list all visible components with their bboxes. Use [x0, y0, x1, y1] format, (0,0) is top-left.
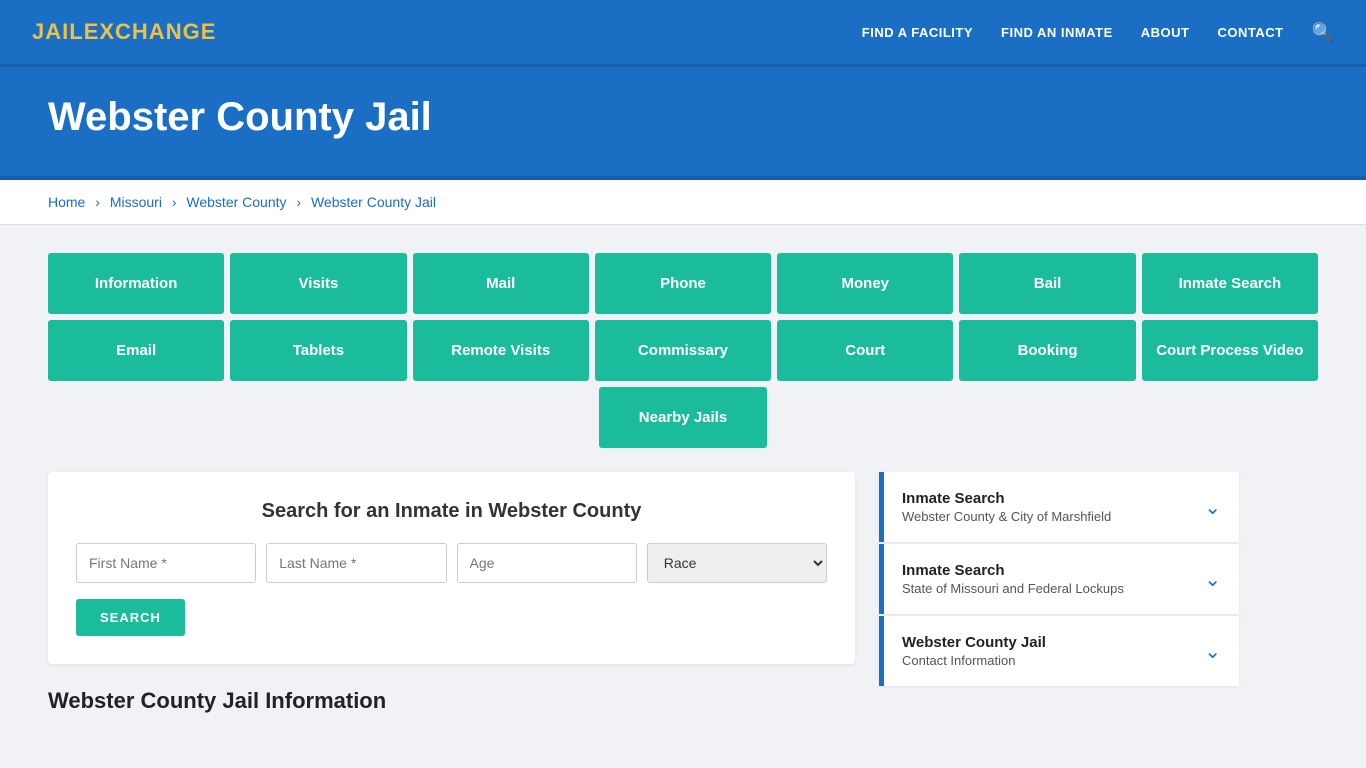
search-form-card: Search for an Inmate in Webster County R…: [48, 472, 855, 664]
buttons-row2: Email Tablets Remote Visits Commissary C…: [48, 320, 1318, 381]
breadcrumb-home[interactable]: Home: [48, 194, 85, 210]
btn-bail[interactable]: Bail: [959, 253, 1135, 314]
sidebar-item-0-title: Inmate Search: [902, 490, 1111, 507]
nav-about[interactable]: ABOUT: [1141, 25, 1190, 40]
sidebar-item-0-text: Inmate Search Webster County & City of M…: [902, 490, 1111, 524]
nav-contact[interactable]: CONTACT: [1217, 25, 1283, 40]
nav-find-inmate[interactable]: FIND AN INMATE: [1001, 25, 1113, 40]
btn-tablets[interactable]: Tablets: [230, 320, 406, 381]
sidebar-item-2-title: Webster County Jail: [902, 634, 1046, 651]
sidebar-item-1-subtitle: State of Missouri and Federal Lockups: [902, 581, 1124, 596]
breadcrumb-missouri[interactable]: Missouri: [110, 194, 162, 210]
hero-section: Webster County Jail: [0, 67, 1366, 180]
logo-exchange: EXCHANGE: [84, 19, 217, 44]
search-first-name[interactable]: [76, 543, 256, 583]
lower-section: Search for an Inmate in Webster County R…: [48, 472, 1318, 714]
search-form-title: Search for an Inmate in Webster County: [76, 500, 827, 523]
sidebar-item-1[interactable]: Inmate Search State of Missouri and Fede…: [879, 544, 1239, 614]
logo[interactable]: JAILEXCHANGE: [32, 19, 216, 45]
nav-search-button[interactable]: 🔍: [1312, 22, 1334, 43]
search-race[interactable]: Race White Black Hispanic Asian Other: [647, 543, 827, 583]
chevron-down-icon-1: ⌄: [1204, 567, 1221, 592]
btn-visits[interactable]: Visits: [230, 253, 406, 314]
sidebar-item-2-text: Webster County Jail Contact Information: [902, 634, 1046, 668]
nav-links: FIND A FACILITY FIND AN INMATE ABOUT CON…: [862, 22, 1334, 43]
btn-court[interactable]: Court: [777, 320, 953, 381]
sidebar-item-1-title: Inmate Search: [902, 562, 1124, 579]
buttons-row1: Information Visits Mail Phone Money Bail…: [48, 253, 1318, 314]
chevron-down-icon-0: ⌄: [1204, 495, 1221, 520]
search-form-area: Search for an Inmate in Webster County R…: [48, 472, 855, 714]
search-age[interactable]: [457, 543, 637, 583]
search-button[interactable]: SEARCH: [76, 599, 185, 636]
btn-mail[interactable]: Mail: [413, 253, 589, 314]
breadcrumb-sep-1: ›: [95, 194, 104, 210]
breadcrumb-sep-3: ›: [296, 194, 305, 210]
sidebar: Inmate Search Webster County & City of M…: [879, 472, 1239, 688]
sidebar-item-2[interactable]: Webster County Jail Contact Information …: [879, 616, 1239, 686]
info-section: Webster County Jail Information: [48, 688, 855, 714]
breadcrumb-webster-county[interactable]: Webster County: [186, 194, 286, 210]
sidebar-item-0-subtitle: Webster County & City of Marshfield: [902, 509, 1111, 524]
breadcrumb-sep-2: ›: [172, 194, 181, 210]
logo-jail: JAIL: [32, 19, 84, 44]
sidebar-item-1-text: Inmate Search State of Missouri and Fede…: [902, 562, 1124, 596]
btn-money[interactable]: Money: [777, 253, 953, 314]
btn-booking[interactable]: Booking: [959, 320, 1135, 381]
buttons-row3: Nearby Jails: [48, 387, 1318, 448]
search-fields: Race White Black Hispanic Asian Other: [76, 543, 827, 583]
breadcrumb: Home › Missouri › Webster County › Webst…: [0, 180, 1366, 225]
search-last-name[interactable]: [266, 543, 446, 583]
breadcrumb-jail[interactable]: Webster County Jail: [311, 194, 436, 210]
btn-information[interactable]: Information: [48, 253, 224, 314]
navigation: JAILEXCHANGE FIND A FACILITY FIND AN INM…: [0, 0, 1366, 64]
page-title: Webster County Jail: [48, 95, 1318, 140]
btn-inmate-search[interactable]: Inmate Search: [1142, 253, 1318, 314]
main-area: Information Visits Mail Phone Money Bail…: [0, 225, 1366, 742]
info-section-title: Webster County Jail Information: [48, 688, 855, 714]
sidebar-item-2-subtitle: Contact Information: [902, 653, 1046, 668]
sidebar-item-0[interactable]: Inmate Search Webster County & City of M…: [879, 472, 1239, 542]
btn-nearby-jails[interactable]: Nearby Jails: [599, 387, 767, 448]
btn-email[interactable]: Email: [48, 320, 224, 381]
btn-phone[interactable]: Phone: [595, 253, 771, 314]
nav-find-facility[interactable]: FIND A FACILITY: [862, 25, 973, 40]
btn-court-process-video[interactable]: Court Process Video: [1142, 320, 1318, 381]
btn-commissary[interactable]: Commissary: [595, 320, 771, 381]
btn-remote-visits[interactable]: Remote Visits: [413, 320, 589, 381]
chevron-down-icon-2: ⌄: [1204, 639, 1221, 664]
